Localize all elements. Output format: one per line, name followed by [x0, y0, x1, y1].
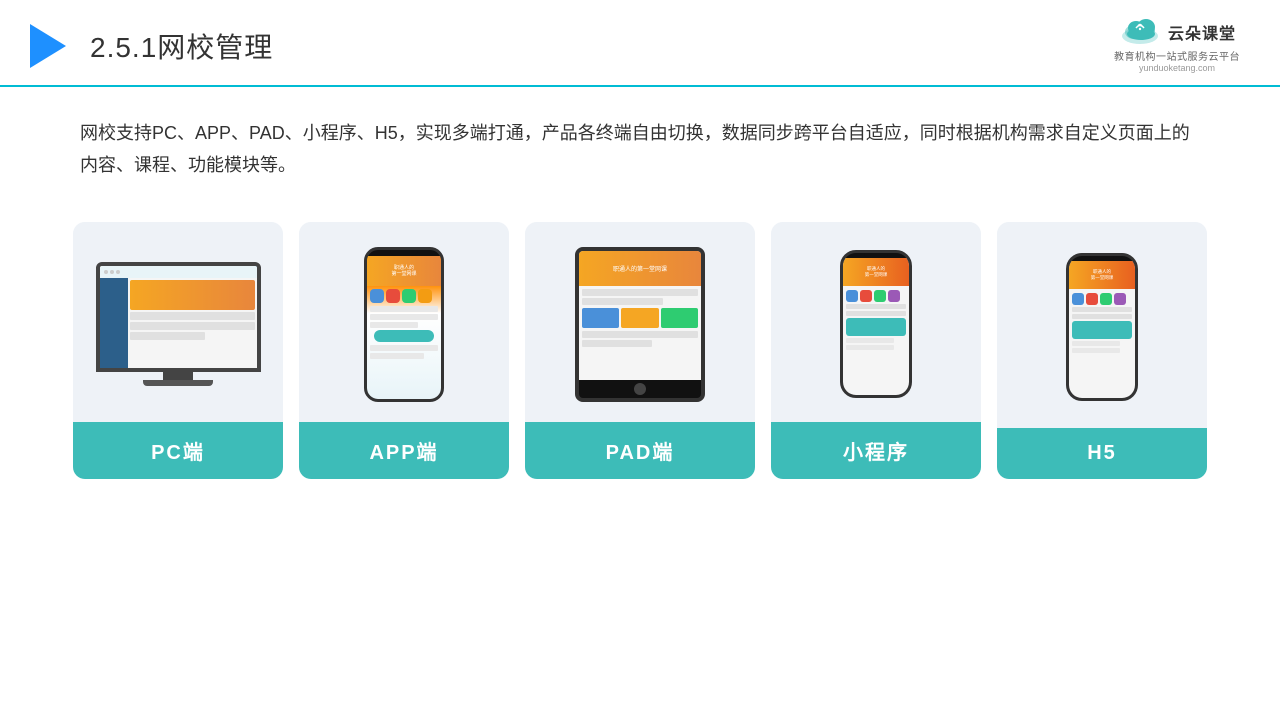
card-app[interactable]: 职通人的第一堂网课: [299, 222, 509, 479]
card-miniprogram-label: 小程序: [771, 422, 981, 479]
pc-monitor: [96, 262, 261, 372]
card-pad-label: PAD端: [525, 422, 755, 479]
page-title: 2.5.1网校管理: [90, 26, 273, 66]
play-icon: [30, 24, 66, 68]
card-pad[interactable]: 职通人的第一堂网课: [525, 222, 755, 479]
logo-tagline: 教育机构一站式服务云平台: [1114, 48, 1240, 63]
card-miniprogram[interactable]: 职通人的第一堂网课: [771, 222, 981, 479]
logo-url: yunduoketang.com: [1139, 63, 1215, 73]
cards-container: PC端 职通人的第一堂网课: [0, 202, 1280, 499]
pc-screen: [100, 266, 257, 368]
mini-screen-mp: 职通人的第一堂网课: [843, 258, 909, 395]
card-app-image: 职通人的第一堂网课: [299, 222, 509, 422]
tablet-mockup: 职通人的第一堂网课: [575, 247, 705, 402]
mini-screen-h5: 职通人的第一堂网课: [1069, 261, 1135, 398]
logo-cloud: 云朵课堂: [1118, 18, 1236, 46]
card-pc[interactable]: PC端: [73, 222, 283, 479]
card-miniprogram-image: 职通人的第一堂网课: [771, 222, 981, 422]
logo-text: 云朵课堂: [1168, 20, 1236, 44]
card-pad-image: 职通人的第一堂网课: [525, 222, 755, 422]
card-h5[interactable]: 职通人的第一堂网课: [997, 222, 1207, 479]
cloud-logo-icon: [1118, 18, 1162, 46]
description-text: 网校支持PC、APP、PAD、小程序、H5，实现多端打通，产品各终端自由切换，数…: [0, 87, 1280, 202]
page-header: 2.5.1网校管理 云朵课堂 教育机构一站式服务云平台 yunduoketang…: [0, 0, 1280, 87]
tablet-screen: 职通人的第一堂网课: [579, 251, 701, 380]
pc-mockup: [96, 262, 261, 386]
card-pc-image: [73, 222, 283, 422]
card-app-label: APP端: [299, 422, 509, 479]
mini-phone-mockup-h5: 职通人的第一堂网课: [1066, 253, 1138, 401]
mini-phone-mockup-mp: 职通人的第一堂网课: [840, 250, 912, 398]
card-pc-label: PC端: [73, 422, 283, 479]
card-h5-image: 职通人的第一堂网课: [997, 222, 1207, 428]
logo-area: 云朵课堂 教育机构一站式服务云平台 yunduoketang.com: [1114, 18, 1240, 73]
phone-screen-app: 职通人的第一堂网课: [367, 256, 441, 399]
card-h5-label: H5: [997, 428, 1207, 479]
phone-mockup-app: 职通人的第一堂网课: [364, 247, 444, 402]
title-text: 网校管理: [157, 32, 273, 63]
header-left: 2.5.1网校管理: [30, 24, 273, 68]
title-number: 2.5.1: [90, 32, 157, 63]
